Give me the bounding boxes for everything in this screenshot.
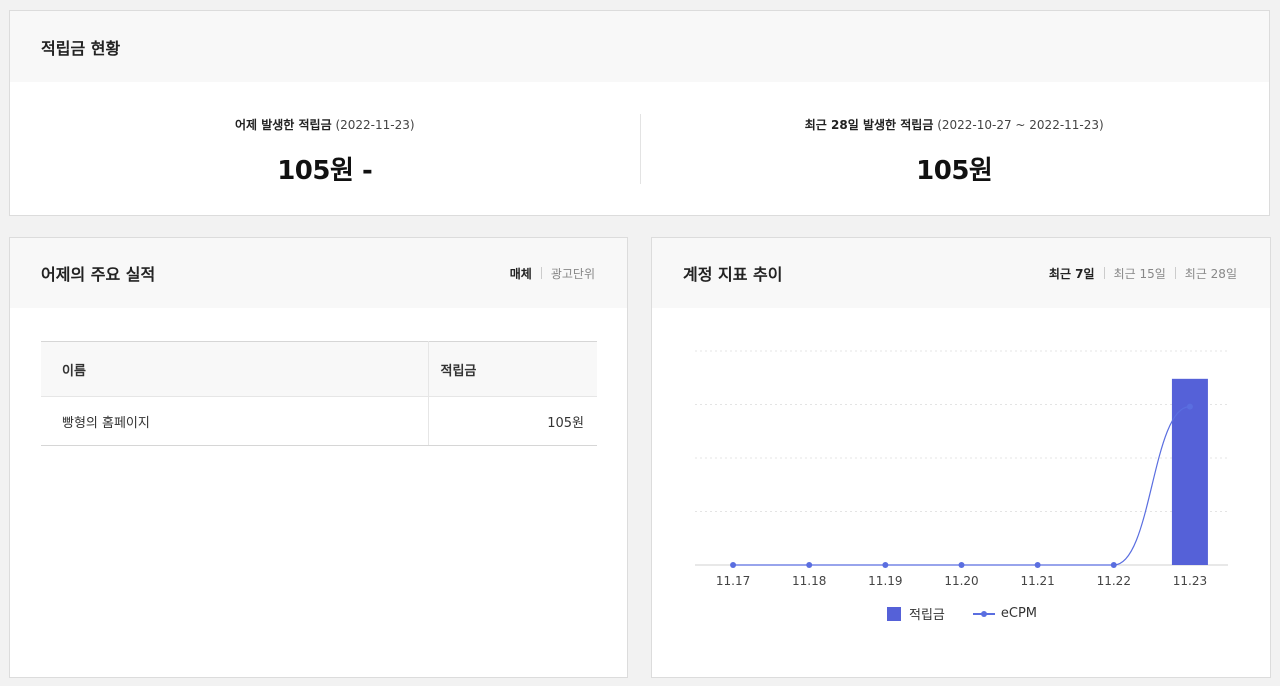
legend-line-label: eCPM	[1000, 606, 1038, 621]
x-tick-label: 11.19	[868, 574, 902, 588]
legend-item-line[interactable]: eCPM	[972, 606, 1038, 621]
row-name: 빵형의 홈페이지	[41, 396, 429, 446]
summary-card: 적립금 현황 어제 발생한 적립금 (2022-11-23) 105원 - 최근…	[9, 10, 1270, 216]
yesterday-range: (2022-11-23)	[335, 118, 415, 132]
recent-label-line: 최근 28일 발생한 적립금 (2022-10-27 ~ 2022-11-23)	[640, 116, 1270, 133]
x-tick-label: 11.17	[716, 574, 750, 588]
yesterday-value: 105원 -	[277, 156, 373, 186]
recent-label: 최근 28일 발생한 적립금	[804, 118, 934, 132]
x-tick-label: 11.22	[1097, 574, 1131, 588]
chart-legend: 적립금 eCPM	[652, 604, 1272, 623]
x-tick-label: 11.20	[944, 574, 978, 588]
ecpm-point	[1186, 403, 1193, 410]
performance-title: 어제의 주요 실적	[41, 265, 156, 284]
summary-title: 적립금 현황	[41, 38, 121, 58]
toggle-media[interactable]: 매체	[510, 265, 532, 282]
table-header-row: 이름 적립금	[41, 341, 597, 397]
toggle-ad-unit[interactable]: 광고단위	[551, 265, 595, 282]
summary-stats: 어제 발생한 적립금 (2022-11-23) 105원 - 최근 28일 발생…	[10, 82, 1269, 216]
trend-chart: 11.17 11.18 11.19 11.20 11.21 11.22 11.23	[695, 350, 1228, 588]
yesterday-stat: 어제 발생한 적립금 (2022-11-23) 105원 -	[10, 82, 640, 216]
toggle-divider	[540, 267, 542, 279]
column-amount[interactable]: 적립금	[428, 341, 597, 397]
ecpm-line	[733, 406, 1190, 566]
trend-card: 계정 지표 추이 최근 7일 최근 15일 최근 28일 11.17 11.18 1…	[651, 237, 1271, 678]
performance-card: 어제의 주요 실적 매체 광고단위 이름 적립금 빵형의 홈페이지 105원	[9, 237, 628, 678]
ecpm-point	[958, 562, 965, 568]
column-name[interactable]: 이름	[41, 341, 429, 397]
summary-header: 적립금 현황	[10, 11, 1269, 82]
legend-item-bar[interactable]: 적립금	[886, 604, 945, 623]
x-tick-label: 11.23	[1173, 574, 1207, 588]
yesterday-label-line: 어제 발생한 적립금 (2022-11-23)	[10, 116, 640, 133]
ecpm-point	[1110, 562, 1117, 568]
yesterday-label: 어제 발생한 적립금	[234, 118, 332, 132]
row-amount: 105원	[428, 396, 597, 446]
ecpm-point	[1034, 562, 1041, 568]
stats-divider	[640, 114, 641, 184]
performance-toggle: 매체 광고단위	[510, 265, 595, 282]
performance-table: 이름 적립금 빵형의 홈페이지 105원	[41, 341, 597, 446]
recent-range: (2022-10-27 ~ 2022-11-23)	[937, 118, 1104, 132]
x-tick-label: 11.21	[1020, 574, 1054, 588]
recent-stat: 최근 28일 발생한 적립금 (2022-10-27 ~ 2022-11-23)…	[640, 82, 1270, 216]
performance-header: 어제의 주요 실적 매체 광고단위	[10, 238, 627, 308]
legend-bar-label: 적립금	[908, 608, 945, 623]
ecpm-point	[806, 562, 813, 568]
ecpm-point	[882, 562, 889, 568]
x-tick-label: 11.18	[792, 574, 826, 588]
recent-value: 105원	[916, 156, 993, 186]
table-row[interactable]: 빵형의 홈페이지 105원	[41, 396, 597, 446]
legend-bar-swatch	[886, 606, 901, 621]
legend-line-swatch	[972, 610, 995, 617]
ecpm-point	[730, 562, 737, 568]
